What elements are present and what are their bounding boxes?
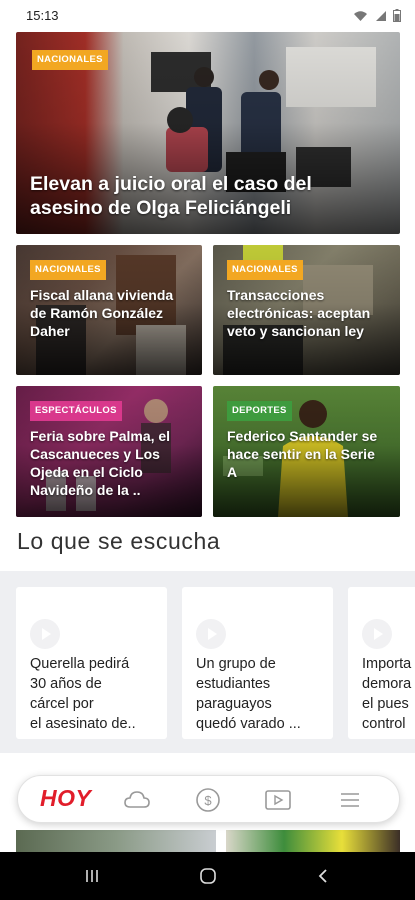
news-thumbnail[interactable] [16,830,216,852]
home-icon[interactable] [199,868,217,884]
recent-apps-icon[interactable] [84,868,100,884]
status-bar: 15:13 [0,0,415,32]
back-icon[interactable] [316,868,330,884]
news-card[interactable]: NACIONALES Transacciones electrónicas: a… [213,245,400,375]
news-thumbnail[interactable] [226,830,400,852]
news-card[interactable]: ESPECTÁCULOS Feria sobre Palma, el Casca… [16,386,202,517]
podcast-carousel[interactable]: Querella pedirá 30 años de cárcel por el… [0,571,415,753]
dollar-icon[interactable]: $ [194,787,222,813]
svg-text:$: $ [204,793,212,808]
podcast-title: Importa demora el pues control [362,656,412,732]
status-icons [353,9,401,27]
category-badge: NACIONALES [227,260,303,280]
category-badge: ESPECTÁCULOS [30,401,122,421]
podcast-title: Un grupo de estudiantes paraguayos quedó… [196,656,301,732]
category-badge: NACIONALES [32,50,108,70]
category-badge: NACIONALES [30,260,106,280]
bottom-nav: HOY $ [17,775,400,823]
status-time: 15:13 [26,8,59,23]
card-title: Federico Santander se hace sentir en la … [227,428,378,480]
play-icon[interactable] [362,619,392,649]
category-badge: DEPORTES [227,401,292,421]
hoy-logo[interactable]: HOY [40,785,91,812]
video-icon[interactable] [264,787,292,813]
hero-title: Elevan a juicio oral el caso del asesino… [30,173,312,219]
card-title: Fiscal allana vivienda de Ramón González… [30,287,174,339]
podcast-title: Querella pedirá 30 años de cárcel por el… [30,656,136,732]
wifi-icon [353,9,368,27]
system-nav-bar [0,852,415,900]
podcast-card[interactable]: Querella pedirá 30 años de cárcel por el… [16,587,167,739]
news-card[interactable]: NACIONALES Fiscal allana vivienda de Ram… [16,245,202,375]
signal-icon [374,9,387,27]
battery-icon [393,9,401,27]
news-card[interactable]: DEPORTES Federico Santander se hace sent… [213,386,400,517]
menu-icon[interactable] [336,787,364,813]
section-title: Lo que se escucha [17,528,221,554]
card-title: Feria sobre Palma, el Cascanueces y Los … [30,428,171,498]
hero-news-card[interactable]: NACIONALES Elevan a juicio oral el caso … [16,32,400,234]
play-icon[interactable] [30,619,60,649]
play-icon[interactable] [196,619,226,649]
podcast-card[interactable]: Importa demora el pues control [348,587,415,739]
cloud-icon[interactable] [123,787,151,813]
podcast-card[interactable]: Un grupo de estudiantes paraguayos quedó… [182,587,333,739]
card-title: Transacciones electrónicas: aceptan veto… [227,287,371,339]
